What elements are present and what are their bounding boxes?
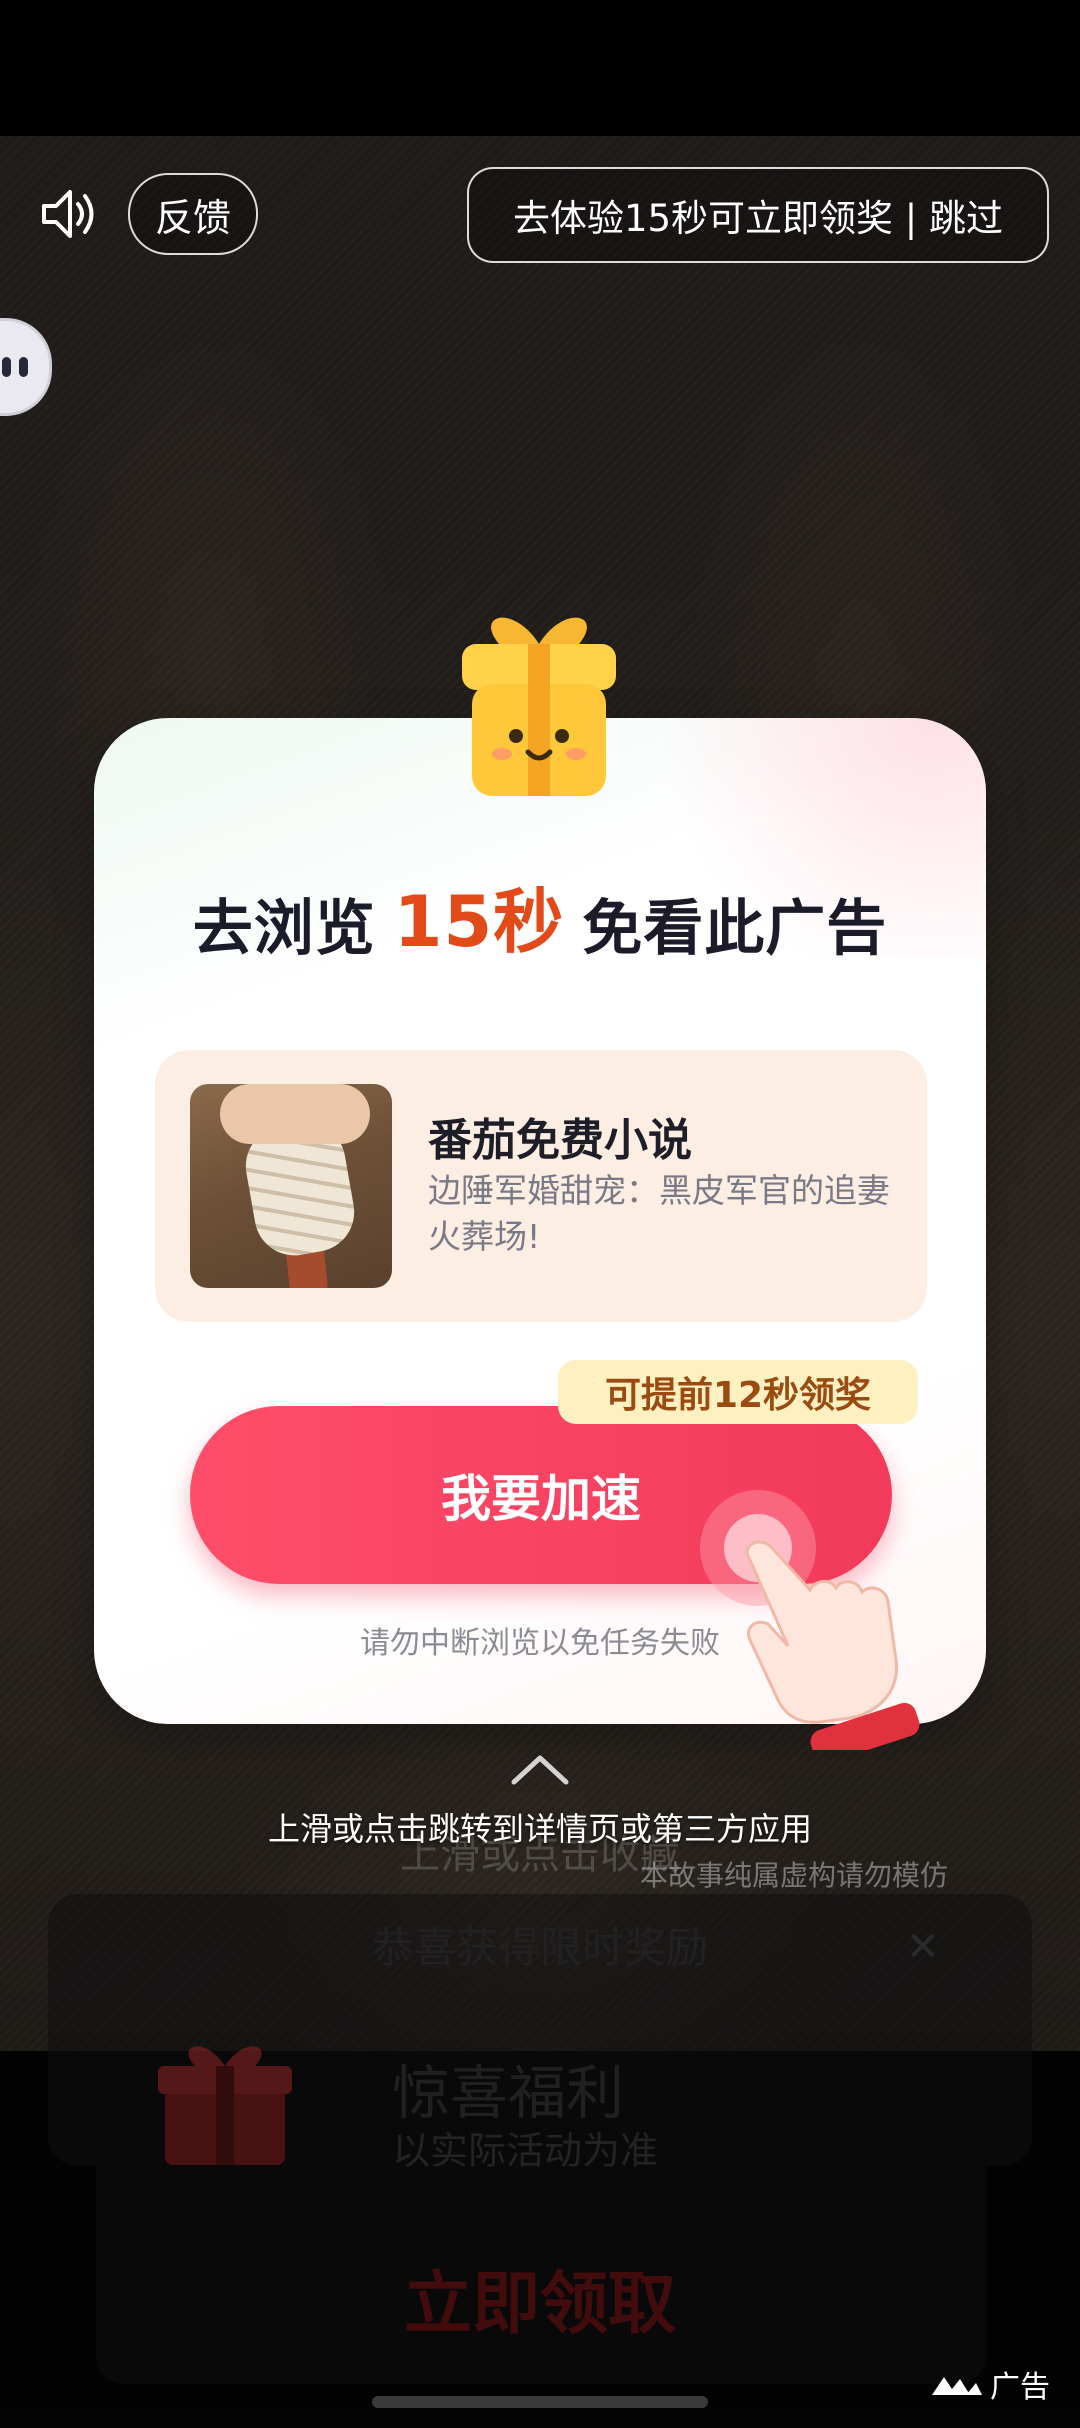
app-description: 边陲军婚甜宠：黑皮军官的追妻火葬场! [428,1171,890,1256]
title-suffix: 免看此广告 [582,894,888,964]
title-highlight: 15秒 [389,866,569,967]
dialog-title: 去浏览 15秒 免看此广告 [0,866,1080,967]
app-name: 番茄免费小说 [428,1115,692,1166]
ad-label: 广告 [990,2370,1050,2405]
app-thumbnail [190,1084,392,1288]
skip-button[interactable]: 去体验15秒可立即领奖 | 跳过 [467,167,1049,263]
gift-box-icon [462,617,616,796]
swipe-cta-text[interactable]: 上滑或点击跳转到详情页或第三方应用 [0,1804,1080,1850]
status-bar [0,0,1080,136]
title-prefix: 去浏览 [192,894,376,964]
early-reward-badge: 可提前12秒领奖 [558,1360,918,1424]
ad-logo-icon [932,2377,982,2395]
pointing-hand-icon [700,1490,920,1750]
speaker-volume-icon[interactable] [38,182,102,246]
chevron-up-icon [511,1755,569,1785]
ad-badge: 广告 [930,2362,1050,2406]
feedback-button[interactable]: 反馈 [128,173,258,255]
home-indicator[interactable] [372,2396,708,2408]
